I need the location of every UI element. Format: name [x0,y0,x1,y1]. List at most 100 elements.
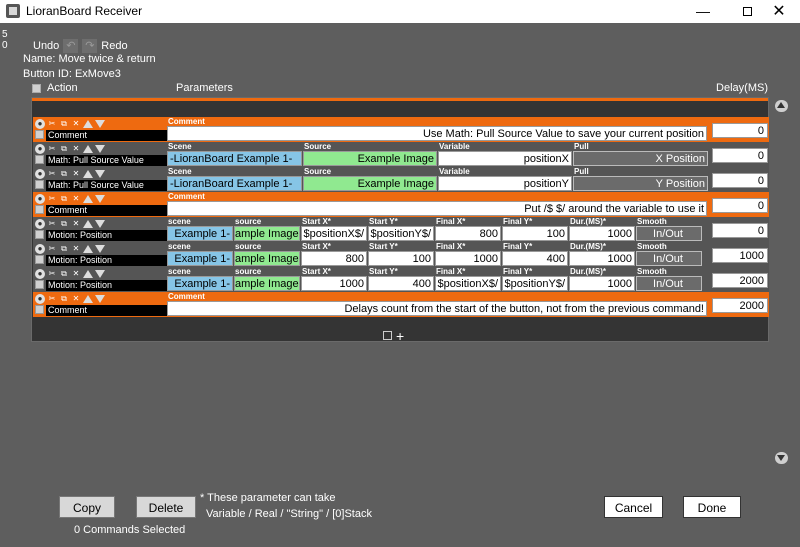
delay-field[interactable]: 2000 [712,273,768,288]
scene-field[interactable]: -LioranBoard Example 1- [167,151,302,166]
starty-field[interactable]: 100 [368,251,434,266]
row-checkbox[interactable] [35,255,44,264]
move-up-icon[interactable] [83,170,93,178]
scissors-icon[interactable]: ✂ [47,119,57,129]
smooth-field[interactable]: In/Out [636,226,702,241]
minimize-button[interactable]: — [680,0,726,23]
startx-field[interactable]: $positionX$/ [301,226,367,241]
finaly-field[interactable]: 100 [502,226,568,241]
row-checkbox[interactable] [35,180,44,189]
comment-field[interactable]: Use Math: Pull Source Value to save your… [167,126,707,141]
delete-icon[interactable]: ✕ [71,294,81,304]
startx-field[interactable]: 1000 [301,276,367,291]
row-checkbox[interactable] [35,130,44,139]
row-checkbox[interactable] [35,205,44,214]
scroll-up-button[interactable] [775,100,788,112]
close-button[interactable]: ✕ [756,0,800,23]
scissors-icon[interactable]: ✂ [47,194,57,204]
command-row[interactable]: ● ✂ ⧉ ✕ Motion: Position scene Example 1- sourc… [33,217,769,242]
command-row[interactable]: ● ✂ ⧉ ✕ Motion: Position scene Example 1- sourc… [33,267,769,292]
source-field[interactable]: ample Image [234,251,300,266]
undo-button[interactable]: Undo [33,40,59,52]
scissors-icon[interactable]: ✂ [47,219,57,229]
dur-field[interactable]: 1000 [569,276,635,291]
command-row[interactable]: ● ✂ ⧉ ✕ Math: Pull Source Value Scene -LioranB… [33,142,769,167]
move-up-icon[interactable] [83,145,93,153]
delete-icon[interactable]: ✕ [71,244,81,254]
move-down-icon[interactable] [95,245,105,253]
delay-field[interactable]: 0 [712,148,768,163]
delete-icon[interactable]: ✕ [71,194,81,204]
move-up-icon[interactable] [83,220,93,228]
cancel-button[interactable]: Cancel [604,496,663,518]
circle-icon[interactable]: ● [35,294,45,304]
delay-field[interactable]: 0 [712,173,768,188]
copy-icon[interactable]: ⧉ [59,194,69,204]
row-checkbox[interactable] [35,280,44,289]
redo-icon[interactable]: ↷ [82,39,98,53]
finalx-field[interactable]: $positionX$/ [435,276,501,291]
smooth-field[interactable]: In/Out [636,251,702,266]
undo-icon[interactable]: ↶ [63,39,79,53]
delete-icon[interactable]: ✕ [71,219,81,229]
smooth-field[interactable]: In/Out [636,276,702,291]
move-up-icon[interactable] [83,245,93,253]
circle-icon[interactable]: ● [35,119,45,129]
delete-icon[interactable]: ✕ [71,119,81,129]
move-up-icon[interactable] [83,270,93,278]
delete-icon[interactable]: ✕ [71,169,81,179]
copy-icon[interactable]: ⧉ [59,144,69,154]
circle-icon[interactable]: ● [35,244,45,254]
delete-icon[interactable]: ✕ [71,144,81,154]
source-field[interactable]: ample Image [234,276,300,291]
scissors-icon[interactable]: ✂ [47,269,57,279]
scissors-icon[interactable]: ✂ [47,144,57,154]
command-row[interactable]: ● ✂ ⧉ ✕ Comment Comment Use Math: Pull Source … [33,117,769,142]
source-field[interactable]: Example Image [303,151,437,166]
copy-icon[interactable]: ⧉ [59,244,69,254]
delay-field[interactable]: 0 [712,123,768,138]
redo-button[interactable]: Redo [101,40,127,52]
starty-field[interactable]: 400 [368,276,434,291]
circle-icon[interactable]: ● [35,219,45,229]
copy-icon[interactable]: ⧉ [59,269,69,279]
startx-field[interactable]: 800 [301,251,367,266]
finaly-field[interactable]: $positionY$/ [502,276,568,291]
command-row[interactable]: ● ✂ ⧉ ✕ Comment Comment Put /$ $/ around the v… [33,192,769,217]
delay-field[interactable]: 0 [712,223,768,238]
move-down-icon[interactable] [95,220,105,228]
add-command-icon[interactable]: + [396,329,404,343]
move-down-icon[interactable] [95,270,105,278]
pull-field[interactable]: X Position [573,151,708,166]
row-checkbox[interactable] [35,305,44,314]
row-checkbox[interactable] [35,155,44,164]
command-row[interactable]: ● ✂ ⧉ ✕ Math: Pull Source Value Scene -LioranB… [33,167,769,192]
copy-icon[interactable]: ⧉ [59,169,69,179]
command-row[interactable]: ● ✂ ⧉ ✕ Motion: Position scene Example 1- sourc… [33,242,769,267]
copy-button[interactable]: Copy [59,496,115,518]
delay-field[interactable]: 1000 [712,248,768,263]
scene-field[interactable]: Example 1- [167,226,233,241]
delete-button[interactable]: Delete [136,496,196,518]
scissors-icon[interactable]: ✂ [47,169,57,179]
comment-field[interactable]: Delays count from the start of the butto… [167,301,707,316]
scene-field[interactable]: Example 1- [167,251,233,266]
variable-field[interactable]: positionX [438,151,572,166]
copy-icon[interactable]: ⧉ [59,119,69,129]
move-up-icon[interactable] [83,120,93,128]
variable-field[interactable]: positionY [438,176,572,191]
pull-field[interactable]: Y Position [573,176,708,191]
scroll-down-button[interactable] [775,452,788,464]
delay-field[interactable]: 0 [712,198,768,213]
move-up-icon[interactable] [83,295,93,303]
move-up-icon[interactable] [83,195,93,203]
source-field[interactable]: Example Image [303,176,437,191]
dur-field[interactable]: 1000 [569,251,635,266]
copy-icon[interactable]: ⧉ [59,294,69,304]
select-all-checkbox[interactable] [32,84,41,93]
row-checkbox[interactable] [35,230,44,239]
finalx-field[interactable]: 800 [435,226,501,241]
finaly-field[interactable]: 400 [502,251,568,266]
dur-field[interactable]: 1000 [569,226,635,241]
scissors-icon[interactable]: ✂ [47,244,57,254]
